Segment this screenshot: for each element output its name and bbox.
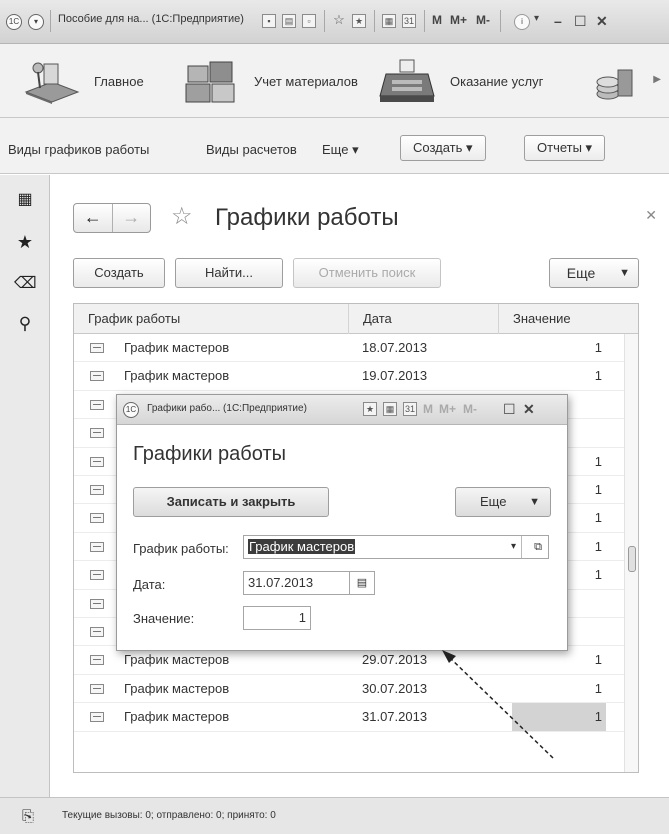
status-text: Текущие вызовы: 0; отправлено: 0; принят… <box>62 810 276 821</box>
connection-status-icon[interactable]: ⎘ <box>22 808 34 825</box>
status-bar: ⎘ Текущие вызовы: 0; отправлено: 0; прин… <box>0 797 669 834</box>
annotation-arrow <box>442 650 554 759</box>
